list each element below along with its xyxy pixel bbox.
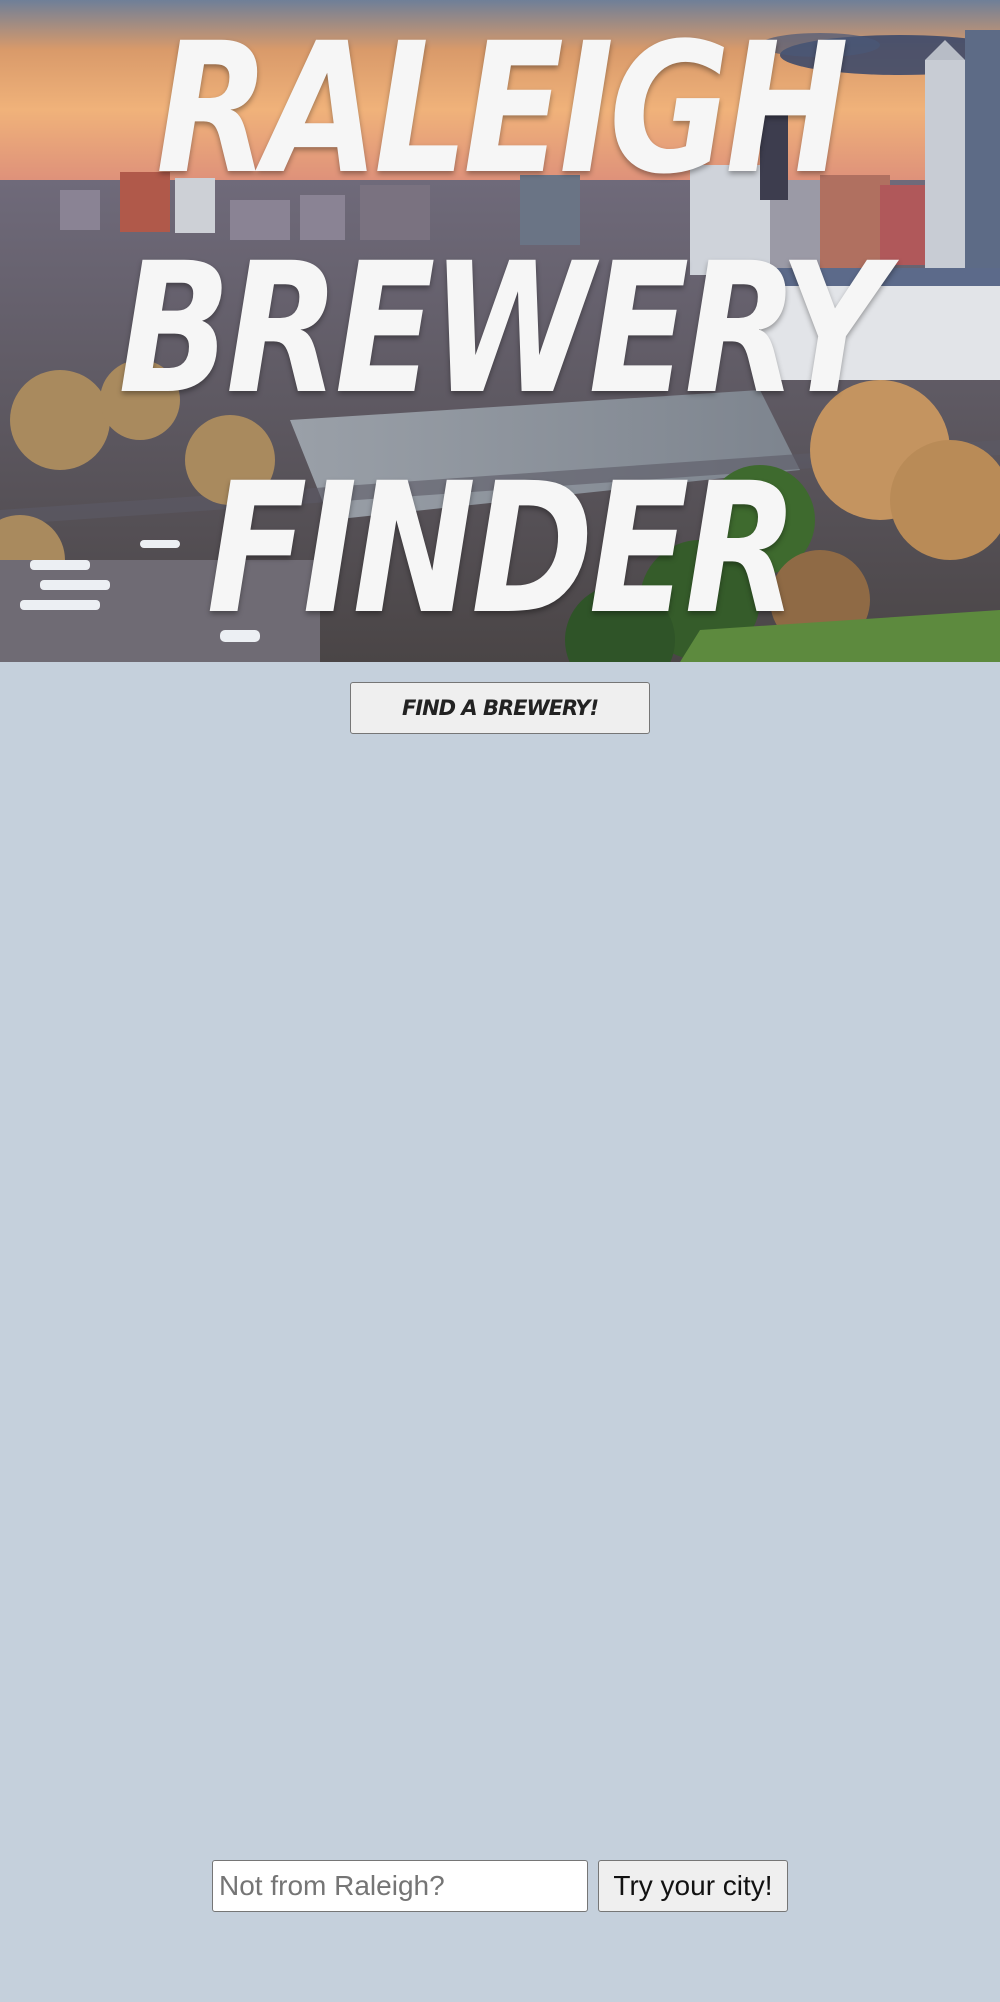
find-brewery-button[interactable]: Find a brewery! <box>350 682 650 734</box>
city-search-form: Try your city! <box>212 1860 788 1912</box>
city-input[interactable] <box>212 1860 588 1912</box>
title-line-raleigh: Raleigh <box>156 5 849 214</box>
title-line-brewery: Brewery <box>118 225 886 434</box>
try-city-button[interactable]: Try your city! <box>598 1860 788 1912</box>
title-line-finder: Finder <box>206 445 799 654</box>
page-title: Raleigh Brewery Finder <box>90 0 910 660</box>
hero-banner: Raleigh Brewery Finder <box>0 0 1000 662</box>
